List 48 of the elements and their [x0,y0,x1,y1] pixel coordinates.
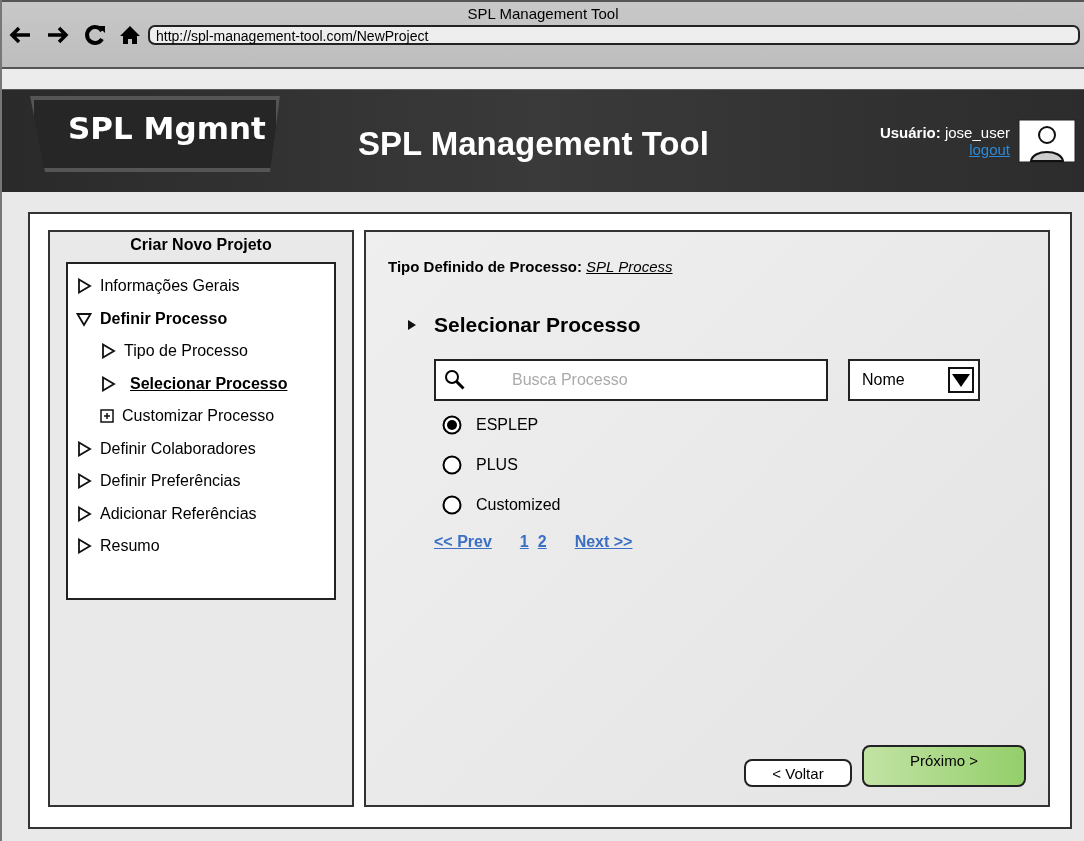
caret-right-icon[interactable] [100,343,116,360]
user-info: Usuário: jose_user [879,124,1010,141]
back-arrow-icon[interactable] [8,25,32,45]
bullet-icon [408,320,416,330]
caret-right-icon[interactable] [100,375,116,392]
caret-right-icon[interactable] [76,278,92,295]
radio-button[interactable] [442,415,462,435]
option-label[interactable]: ESPLEP [476,416,539,434]
tree-item[interactable]: Customizar Processo [122,407,275,426]
section-title: Selecionar Processo [434,313,641,337]
logo: SPL Mgmnt [30,96,280,172]
search-icon [444,369,466,391]
radio-button[interactable] [442,495,462,515]
next-link[interactable]: Next >> [574,533,633,551]
tree-item[interactable]: Tipo de Processo [124,342,248,361]
radio-button[interactable] [442,455,462,475]
option-label[interactable]: Customized [476,496,561,514]
sidebar-title: Criar Novo Projeto [129,236,273,254]
tree-item[interactable]: Selecionar Processo [130,374,288,393]
tree-item[interactable]: Definir Colaboradores [100,439,256,458]
tree-item[interactable]: Resumo [100,537,160,556]
tree-item[interactable]: Informações Gerais [100,277,240,296]
plus-box-icon[interactable] [100,409,114,424]
caret-right-icon[interactable] [76,473,92,490]
caret-right-icon[interactable] [76,538,92,555]
next-button[interactable]: Próximo > [862,745,1026,787]
avatar-icon [1018,119,1076,163]
tree-item[interactable]: Definir Preferências [100,472,241,491]
forward-arrow-icon[interactable] [46,25,70,45]
page-link[interactable]: 1 [519,533,529,551]
option-label[interactable]: PLUS [476,456,518,474]
page-link[interactable]: 2 [537,533,547,551]
reload-icon[interactable] [84,24,106,46]
window-title: SPL Management Tool [466,4,620,22]
tree-item[interactable]: Adicionar Referências [100,504,257,523]
caret-right-icon[interactable] [76,440,92,457]
tree-item[interactable]: Definir Processo [100,309,228,328]
caret-right-icon[interactable] [76,505,92,522]
app-title: SPL Management Tool [358,125,709,163]
home-icon[interactable] [120,25,140,45]
sort-dropdown[interactable]: Nome [848,359,980,401]
search-field[interactable]: Busca Processo [434,359,828,401]
process-type-label: Tipo Definido de Processo: SPL Process [388,258,674,275]
back-button[interactable]: < Voltar [744,759,852,787]
address-bar[interactable]: http://spl-management-tool.com/NewProject [148,25,1080,45]
caret-down-icon[interactable] [76,310,92,327]
prev-link[interactable]: << Prev [434,533,492,551]
logout-link[interactable]: logout [969,141,1010,158]
